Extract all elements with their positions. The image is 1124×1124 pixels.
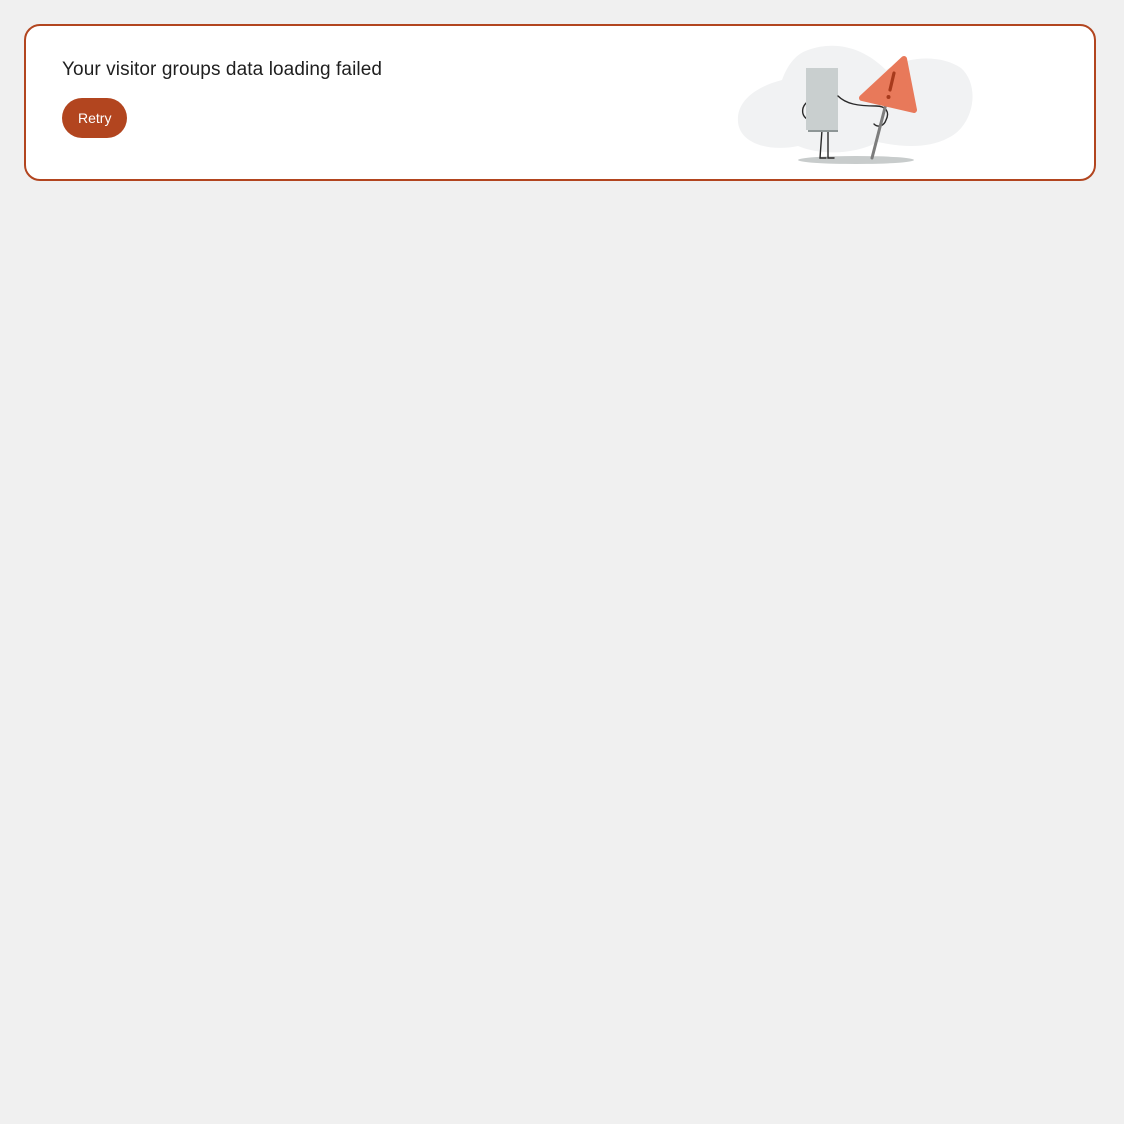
- warning-sign-illustration-icon: [737, 45, 973, 164]
- retry-button[interactable]: Retry: [62, 98, 128, 138]
- error-card: Your visitor groups data loading failed …: [24, 24, 1096, 181]
- error-message: Your visitor groups data loading failed: [62, 59, 383, 80]
